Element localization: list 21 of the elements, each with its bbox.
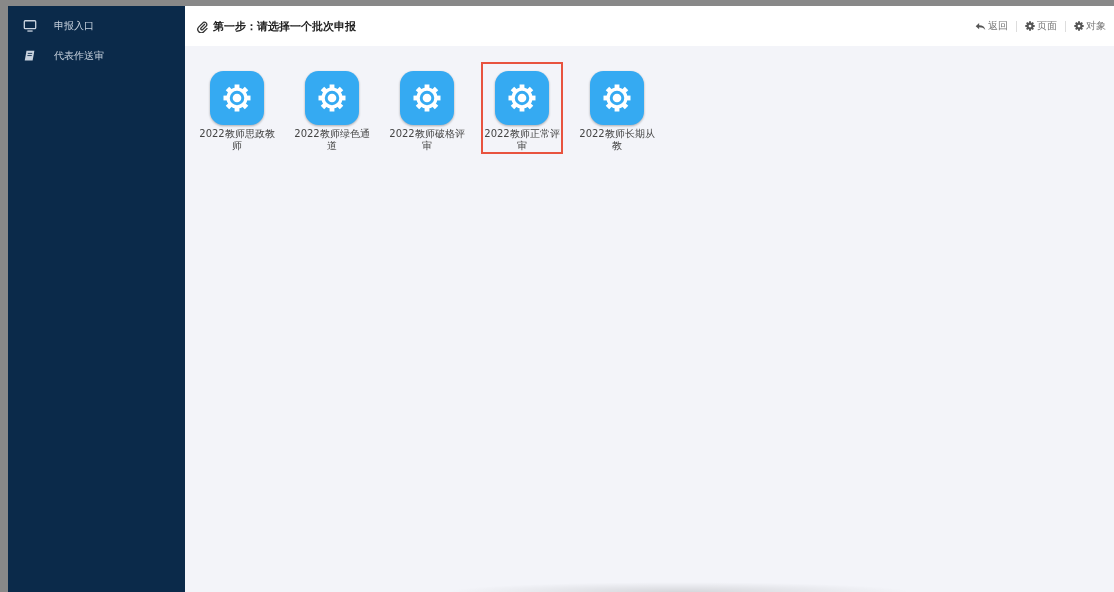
book-icon — [23, 49, 37, 63]
batch-tile[interactable]: 2022教师绿色通道 — [291, 62, 373, 154]
gear-icon — [1074, 21, 1084, 31]
gear-icon — [399, 71, 455, 125]
menu-item[interactable]: 申报入口 — [54, 19, 94, 33]
toolbar-link[interactable]: 对象 — [1074, 19, 1106, 33]
back-link[interactable]: 返回 — [975, 19, 1008, 33]
gear-icon — [304, 71, 360, 125]
paperclip-icon — [196, 19, 209, 33]
menu-item[interactable]: 代表作送审 — [54, 49, 104, 63]
batch-tile[interactable]: 2022教师正常评审 — [481, 62, 563, 154]
batch-tile[interactable]: 2022教师长期从教 — [576, 62, 658, 154]
gear-icon — [589, 71, 645, 125]
page-title: 第一步：请选择一个批次申报 — [213, 18, 356, 34]
monitor-icon — [23, 19, 37, 33]
gear-icon — [209, 71, 265, 125]
toolbar-link[interactable]: 页面 — [1025, 19, 1057, 33]
batch-tile[interactable]: 2022教师破格评审 — [386, 62, 468, 154]
batch-tile[interactable]: 2022教师思政教师 — [196, 62, 278, 154]
gear-icon — [494, 71, 550, 125]
gear-icon — [1025, 21, 1035, 31]
